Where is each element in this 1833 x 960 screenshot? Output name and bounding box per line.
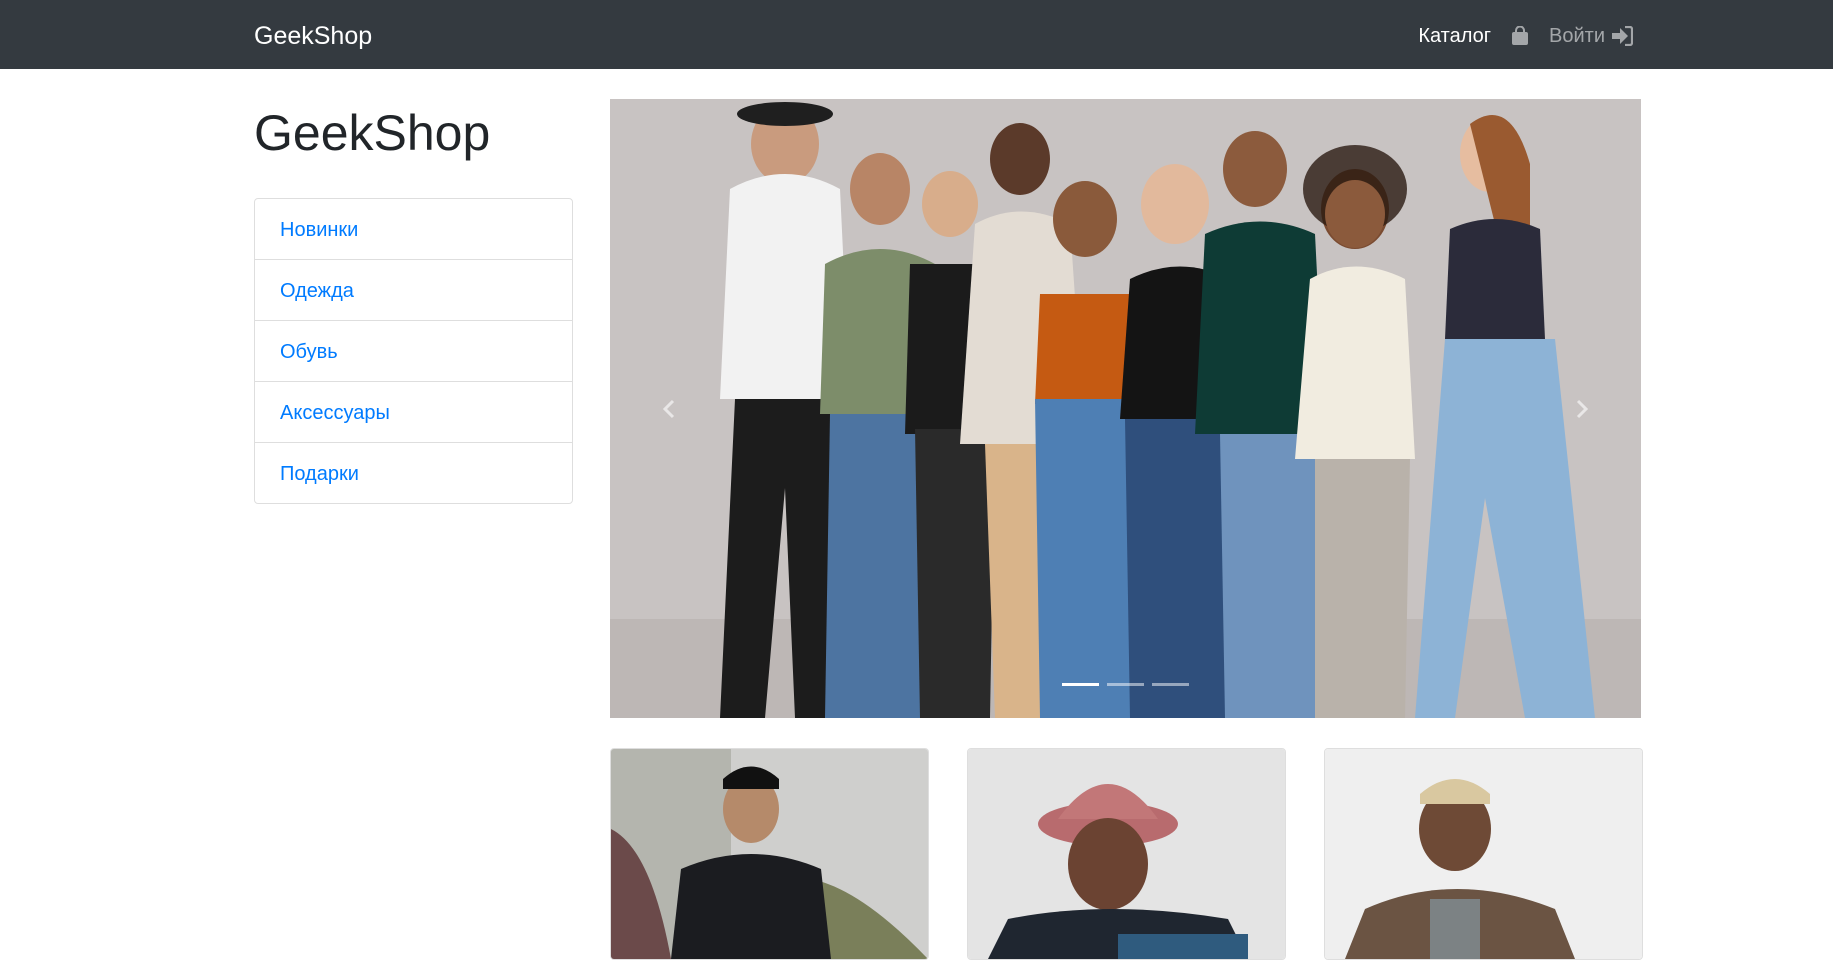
category-list: Новинки Одежда Обувь Аксессуары Подарки: [254, 198, 573, 504]
sign-in-icon: [1611, 26, 1633, 46]
product-image-black-hoodie: [611, 749, 928, 959]
chevron-left-icon: [660, 399, 680, 419]
shopping-bag-icon[interactable]: [1511, 26, 1529, 46]
page-title: GeekShop: [254, 105, 491, 161]
login-label: Войти: [1549, 24, 1605, 47]
carousel-prev-button[interactable]: [610, 99, 730, 718]
chevron-right-icon: [1571, 399, 1591, 419]
category-item-accessories[interactable]: Аксессуары: [255, 382, 572, 443]
navbar-brand[interactable]: GeekShop: [254, 0, 372, 72]
carousel-next-button[interactable]: [1521, 99, 1641, 718]
product-card[interactable]: [610, 748, 929, 960]
carousel-indicator-2[interactable]: [1107, 683, 1144, 686]
product-image-brown-fleece: [1325, 749, 1642, 959]
product-cards: [610, 748, 1643, 960]
catalog-link[interactable]: Каталог: [1418, 25, 1491, 48]
hero-slide-image: [610, 99, 1641, 718]
top-navbar: GeekShop Каталог Войти: [0, 0, 1833, 69]
carousel-indicators: [610, 683, 1641, 686]
carousel-indicator-1[interactable]: [1062, 683, 1099, 686]
category-item-shoes[interactable]: Обувь: [255, 321, 572, 382]
product-card[interactable]: [967, 748, 1286, 960]
login-link[interactable]: Войти: [1549, 25, 1633, 48]
sidebar: GeekShop Новинки Одежда Обувь Аксессуары…: [254, 98, 573, 504]
hero-carousel[interactable]: [610, 99, 1641, 718]
carousel-indicator-3[interactable]: [1152, 683, 1189, 686]
category-item-new[interactable]: Новинки: [255, 199, 572, 260]
category-item-clothes[interactable]: Одежда: [255, 260, 572, 321]
category-item-gifts[interactable]: Подарки: [255, 443, 572, 503]
product-card[interactable]: [1324, 748, 1643, 960]
product-image-bucket-hat: [968, 749, 1285, 959]
navbar-links: Каталог Войти: [1418, 0, 1633, 72]
